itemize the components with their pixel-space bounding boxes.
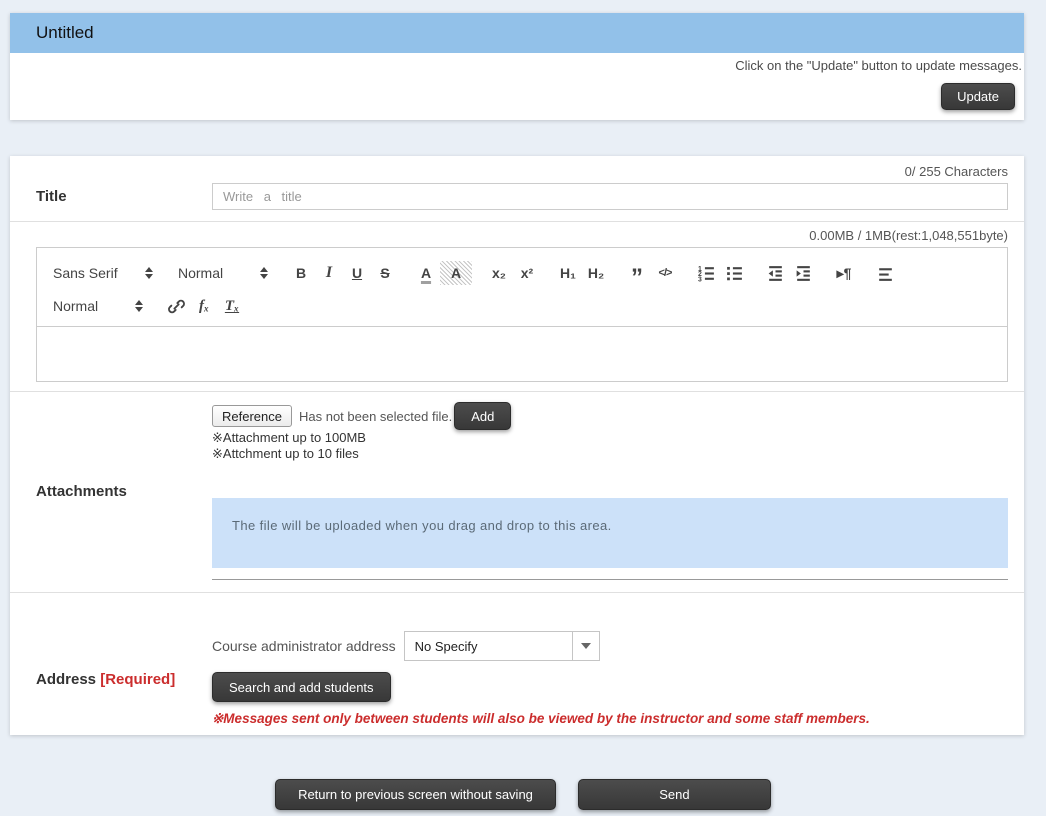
- address-section: Address [Required] Course administrator …: [10, 593, 1024, 735]
- attachment-size-note: ※Attachment up to 100MB: [212, 430, 1008, 446]
- highlight-color-icon[interactable]: A: [440, 261, 472, 285]
- header-1-icon[interactable]: H₁: [554, 261, 582, 285]
- strike-icon[interactable]: S: [371, 261, 399, 285]
- font-select[interactable]: Sans Serif: [47, 261, 159, 285]
- ordered-list-icon[interactable]: 123: [692, 261, 720, 285]
- header-2-icon[interactable]: H₂: [582, 261, 610, 285]
- editor-section: 0.00MB / 1MB(rest:1,048,551byte) Sans Se…: [10, 222, 1024, 392]
- reference-file-button[interactable]: Reference: [212, 405, 292, 427]
- return-without-saving-button[interactable]: Return to previous screen without saving: [275, 779, 556, 810]
- bullet-list-icon[interactable]: [720, 261, 748, 285]
- footer-actions: Return to previous screen without saving…: [0, 779, 1046, 810]
- editor-toolbar: Sans SerifNormalBIUSAAx₂x²H₁H₂”</>123▸¶N…: [37, 248, 1007, 327]
- no-file-selected-text: Has not been selected file.: [299, 409, 452, 424]
- dropzone-divider: [212, 579, 1008, 580]
- file-dropzone[interactable]: The file will be uploaded when you drag …: [212, 498, 1008, 568]
- title-char-counter: 0/ 255 Characters: [10, 164, 1024, 180]
- add-attachment-button[interactable]: Add: [454, 402, 511, 430]
- admin-address-selected-value: No Specify: [405, 632, 572, 660]
- bold-icon[interactable]: B: [287, 261, 315, 285]
- title-input[interactable]: [212, 183, 1008, 210]
- size-select[interactable]: Normal: [47, 294, 149, 318]
- formula-icon[interactable]: fₓ: [190, 294, 218, 318]
- dropzone-text: The file will be uploaded when you drag …: [232, 518, 612, 533]
- message-form-card: 0/ 255 Characters Title 0.00MB / 1MB(res…: [10, 156, 1024, 735]
- svg-text:3: 3: [698, 276, 702, 283]
- attachments-section: Attachments Reference Has not been selec…: [10, 392, 1024, 593]
- send-button[interactable]: Send: [578, 779, 771, 810]
- attachment-count-note: ※Attchment up to 10 files: [212, 446, 1008, 462]
- code-block-icon[interactable]: </>: [651, 261, 679, 285]
- link-icon[interactable]: [162, 294, 190, 318]
- rich-text-editor: Sans SerifNormalBIUSAAx₂x²H₁H₂”</>123▸¶N…: [36, 247, 1008, 382]
- indent-icon[interactable]: [789, 261, 817, 285]
- title-label: Title: [10, 188, 212, 205]
- italic-icon[interactable]: I: [315, 261, 343, 285]
- align-icon[interactable]: [871, 261, 899, 285]
- message-title-bar: Untitled: [10, 13, 1024, 53]
- editor-content-area[interactable]: [37, 327, 1007, 381]
- superscript-icon[interactable]: x²: [513, 261, 541, 285]
- student-message-warning: ※Messages sent only between students wil…: [212, 711, 1008, 727]
- search-add-students-button[interactable]: Search and add students: [212, 672, 391, 702]
- outdent-icon[interactable]: [761, 261, 789, 285]
- style-select[interactable]: Normal: [172, 261, 274, 285]
- editor-size-info: 0.00MB / 1MB(rest:1,048,551byte): [10, 228, 1024, 244]
- message-title: Untitled: [36, 23, 94, 43]
- admin-address-label: Course administrator address: [212, 638, 396, 654]
- subscript-icon[interactable]: x₂: [485, 261, 513, 285]
- message-header-card: Untitled Click on the "Update" button to…: [10, 13, 1024, 120]
- update-hint: Click on the "Update" button to update m…: [10, 58, 1024, 73]
- admin-address-select[interactable]: No Specify: [404, 631, 600, 661]
- clean-format-icon[interactable]: Tₓ: [218, 294, 246, 318]
- text-color-icon[interactable]: A: [412, 261, 440, 285]
- title-section: 0/ 255 Characters Title: [10, 156, 1024, 222]
- update-button[interactable]: Update: [941, 83, 1015, 110]
- text-direction-icon[interactable]: ▸¶: [830, 261, 858, 285]
- attachments-label: Attachments: [10, 483, 212, 500]
- underline-icon[interactable]: U: [343, 261, 371, 285]
- address-label: Address [Required]: [10, 671, 212, 688]
- required-badge: [Required]: [100, 671, 175, 688]
- chevron-down-icon: [572, 632, 599, 660]
- blockquote-icon[interactable]: ”: [623, 256, 651, 290]
